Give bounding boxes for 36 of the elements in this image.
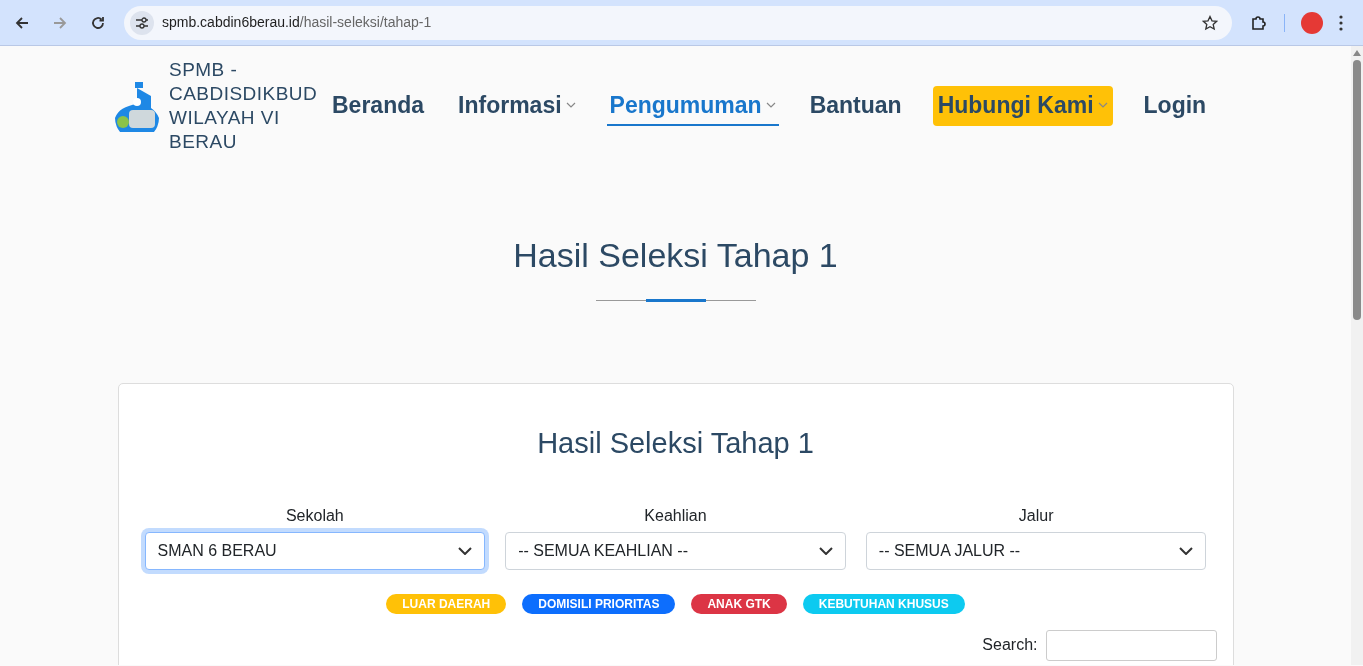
page-title: Hasil Seleksi Tahap 1 xyxy=(513,235,838,276)
category-badge: KEBUTUHAN KHUSUS xyxy=(802,593,965,614)
chevron-down-icon xyxy=(458,546,473,555)
nav-link[interactable]: Hubungi Kami xyxy=(932,86,1113,126)
filter-label: Keahlian xyxy=(644,505,707,526)
category-badge: DOMISILI PRIORITAS xyxy=(522,593,676,614)
site-title[interactable]: SPMB - CABDISDIKBUD WILAYAH VI BERAU xyxy=(169,58,319,154)
extensions-puzzle-icon[interactable] xyxy=(1250,13,1268,32)
profile-avatar[interactable] xyxy=(1301,11,1323,34)
filter-dropdown[interactable]: -- SEMUA KEAHLIAN -- xyxy=(505,531,846,570)
back-arrow-icon[interactable] xyxy=(14,14,30,31)
search-label: Search: xyxy=(982,635,1038,655)
filter-dropdown[interactable]: -- SEMUA JALUR -- xyxy=(865,531,1207,570)
scrollbar-thumb[interactable] xyxy=(1353,60,1361,320)
search-field[interactable] xyxy=(1045,629,1217,661)
nav-link[interactable]: Bantuan xyxy=(806,86,905,126)
scroll-up-arrow-icon[interactable] xyxy=(1353,50,1361,56)
site-settings-icon[interactable] xyxy=(130,10,154,35)
filter-label: Jalur xyxy=(1018,505,1054,526)
bookmark-star-icon[interactable] xyxy=(1202,14,1218,31)
category-badge: ANAK GTK xyxy=(691,593,787,614)
card-title: Hasil Seleksi Tahap 1 xyxy=(537,426,814,461)
reload-icon[interactable] xyxy=(90,14,106,31)
school-logo-drawing xyxy=(113,80,161,132)
nav-link[interactable]: Beranda xyxy=(329,86,428,126)
url-text: spmb.cabdin6berau.id/hasil-seleksi/tahap-1 xyxy=(162,13,433,32)
nav-link[interactable]: Login xyxy=(1140,86,1210,126)
category-badge: LUAR DAERAH xyxy=(386,593,507,614)
address-bar[interactable]: spmb.cabdin6berau.id/hasil-seleksi/tahap-1 xyxy=(124,5,1232,40)
chevron-down-icon xyxy=(818,546,833,555)
nav-link[interactable]: Informasi xyxy=(455,86,579,126)
menu-dots-icon[interactable] xyxy=(1339,14,1343,31)
filter-dropdown[interactable]: SMAN 6 BERAU xyxy=(144,531,486,570)
filter-label: Sekolah xyxy=(285,505,344,526)
nav-link[interactable]: Pengumuman xyxy=(606,86,779,126)
chevron-down-icon xyxy=(1179,546,1194,555)
